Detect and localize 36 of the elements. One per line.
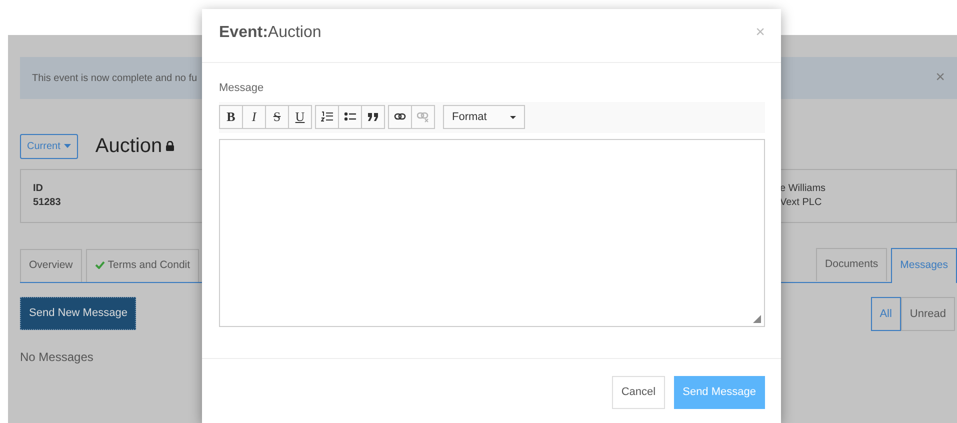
ordered-list-icon	[321, 111, 333, 123]
detail-label: ID	[33, 182, 44, 196]
tab[interactable]: Overview	[20, 249, 82, 282]
filter-button[interactable]: Unread	[900, 297, 955, 331]
close-button[interactable]: ×	[936, 66, 945, 90]
page-title: Auction	[95, 134, 162, 159]
tab[interactable]: Terms and Condit	[86, 249, 200, 282]
filter-button[interactable]: All	[870, 297, 901, 331]
detail-value: 51283	[33, 196, 61, 210]
quote-button[interactable]	[361, 105, 385, 129]
send-message-button[interactable]: Send Message	[674, 376, 765, 409]
bullet-list-button[interactable]	[338, 105, 362, 129]
unlink-icon	[417, 111, 429, 123]
cancel-button[interactable]: Cancel	[612, 376, 665, 409]
checkmark-icon	[94, 261, 105, 270]
caret-icon	[510, 116, 516, 118]
bullet-list-icon	[344, 111, 356, 123]
caret-icon	[64, 144, 72, 148]
version-dropdown[interactable]: Current	[20, 134, 78, 158]
underline-button[interactable]: U	[288, 105, 312, 129]
ordered-list-button[interactable]	[315, 105, 339, 129]
bold-button[interactable]: B	[219, 105, 243, 129]
alert-text: This event is now complete and no fu	[32, 72, 198, 86]
italic-button[interactable]: I	[242, 105, 266, 129]
tab[interactable]: Documents	[816, 248, 888, 281]
tab[interactable]: Messages	[891, 248, 957, 283]
resize-handle-icon[interactable]	[753, 314, 761, 322]
format-dropdown[interactable]: Format	[443, 105, 525, 129]
empty-message: No Messages	[20, 349, 94, 366]
link-button[interactable]	[388, 105, 412, 129]
detail-value: Vext PLC	[780, 196, 823, 210]
quote-icon	[367, 111, 379, 123]
send-new-message-button[interactable]: Send New Message	[20, 297, 136, 330]
dialog-title: Event:Auction	[219, 22, 322, 42]
field-label: Message	[219, 81, 265, 96]
strike-button[interactable]: S	[265, 105, 289, 129]
